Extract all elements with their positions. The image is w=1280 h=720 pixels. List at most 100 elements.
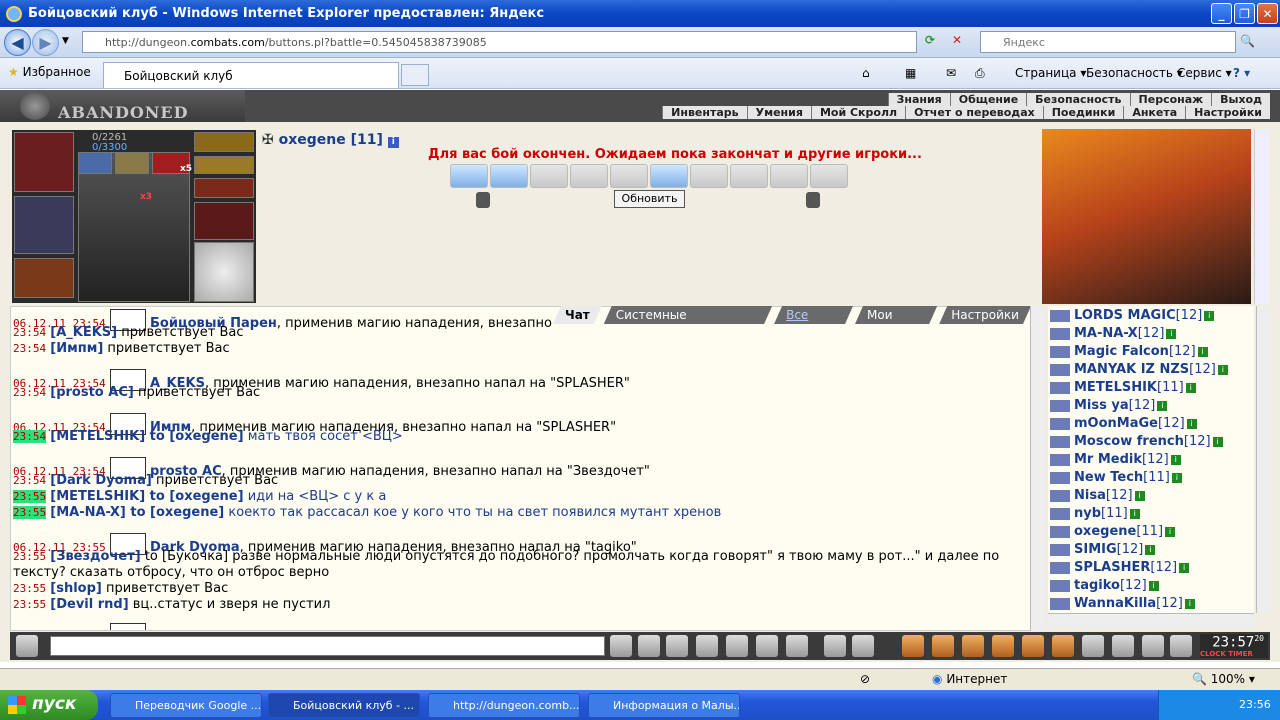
chat-input[interactable] (50, 636, 605, 656)
private-message-icon[interactable] (1050, 327, 1070, 340)
user-info-icon[interactable]: i (1217, 364, 1228, 375)
user-nick[interactable]: oxegene (1074, 524, 1136, 539)
translit-icon[interactable] (756, 635, 778, 657)
private-message-icon[interactable] (1050, 345, 1070, 358)
user-list-item[interactable]: MA-NA-X[12] i (1050, 326, 1177, 342)
helmet-slot[interactable] (14, 132, 74, 192)
chat-bubble-icon[interactable] (1142, 635, 1164, 657)
info-icon[interactable]: i (387, 137, 399, 148)
maximize-button[interactable]: ❐ (1234, 3, 1255, 24)
menu-exit[interactable]: Выход (1211, 93, 1270, 106)
chat-nick[interactable]: [METELSHIK] (50, 489, 145, 504)
spell-slot-1[interactable] (78, 152, 112, 174)
tab-settings[interactable]: Настройки (939, 306, 1031, 324)
address-bar[interactable]: http://dungeon. combats.com/buttons.pl?ba… (82, 31, 917, 53)
user-info-icon[interactable]: i (1157, 400, 1168, 411)
battle-slot-9[interactable] (770, 164, 808, 188)
user-list-item[interactable]: LORDS MAGIC[12] i (1050, 308, 1215, 324)
user-list-item[interactable]: Nisa[12] i (1050, 488, 1145, 504)
private-message-icon[interactable] (1050, 435, 1070, 448)
menu-battles[interactable]: Поединки (1042, 106, 1124, 119)
battle-slot-1[interactable] (450, 164, 488, 188)
user-nick[interactable]: LORDS MAGIC (1074, 308, 1176, 323)
user-nick[interactable]: Moscow french (1074, 434, 1184, 449)
tab-all-logs[interactable]: Все логи (774, 306, 853, 324)
money-icon[interactable] (932, 635, 954, 657)
task-fight-club[interactable]: Бойцовский клуб - ... (268, 693, 420, 718)
user-nick[interactable]: Mr Medik (1074, 452, 1142, 467)
private-message-icon[interactable] (1050, 525, 1070, 538)
private-message-icon[interactable] (1050, 507, 1070, 520)
users-scrollbar[interactable] (1256, 306, 1270, 613)
menu-communication[interactable]: Общение (949, 93, 1027, 106)
user-info-icon[interactable]: i (1204, 310, 1215, 321)
character-nick[interactable]: ✠ oxegene [11] i (262, 132, 399, 148)
sound-icon[interactable] (786, 635, 808, 657)
user-info-icon[interactable]: i (1212, 436, 1223, 447)
user-nick[interactable]: METELSHIK (1074, 380, 1157, 395)
user-info-icon[interactable]: i (1184, 598, 1195, 609)
user-nick[interactable]: Nisa (1074, 488, 1106, 503)
chest-icon[interactable] (962, 635, 984, 657)
private-message-icon[interactable] (1050, 453, 1070, 466)
tab-system-messages[interactable]: Системные сообщения (604, 306, 772, 324)
user-list-item[interactable]: Miss ya[12] i (1050, 398, 1168, 414)
save-icon[interactable] (696, 635, 718, 657)
menu-skills[interactable]: Умения (746, 106, 811, 119)
user-nick[interactable]: New Tech (1074, 470, 1143, 485)
user-info-icon[interactable]: i (1148, 580, 1159, 591)
refresh-button[interactable]: Обновить (614, 190, 685, 208)
user-nick[interactable]: Magic Falcon (1074, 344, 1169, 359)
chat-nick[interactable]: [METELSHIK] (50, 429, 145, 444)
user-info-icon[interactable]: i (1145, 544, 1156, 555)
map-icon[interactable] (1052, 635, 1074, 657)
user-info-icon[interactable]: i (1166, 328, 1177, 339)
user-nick[interactable]: MANYAK IZ NZS (1074, 362, 1189, 377)
user-list-item[interactable]: Moscow french[12] i (1050, 434, 1223, 450)
private-message-icon[interactable] (1050, 399, 1070, 412)
filter-icon[interactable] (666, 635, 688, 657)
user-nick[interactable]: SPLASHER (1074, 560, 1150, 575)
user-info-icon[interactable]: i (1197, 346, 1208, 357)
menu-security[interactable]: Безопасность (1026, 93, 1130, 106)
shield-slot[interactable] (194, 242, 254, 302)
user-info-icon[interactable]: i (1134, 490, 1145, 501)
chat-scrollbar[interactable] (1030, 306, 1045, 631)
help-icon[interactable]: ? ▾ (1233, 66, 1250, 80)
private-message-icon[interactable] (1050, 363, 1070, 376)
search-icon[interactable]: 🔍 (1240, 34, 1255, 48)
chat-nick[interactable]: [Devil rnd] (50, 597, 128, 612)
new-tab-button[interactable] (401, 64, 429, 86)
send-icon[interactable] (610, 635, 632, 657)
spell-slot-2[interactable] (115, 152, 149, 174)
chat-nick[interactable]: [MA-NA-X] (50, 505, 126, 520)
battle-slot-4[interactable] (570, 164, 608, 188)
ring-slot-row[interactable] (194, 156, 254, 174)
gloves-slot[interactable] (194, 202, 254, 240)
task-dungeon[interactable]: http://dungeon.comb... (428, 693, 580, 718)
menu-my-scroll[interactable]: Мой Скролл (810, 106, 906, 119)
chat-recipient[interactable]: to [oxegene] (126, 505, 224, 520)
menu-character[interactable]: Персонаж (1129, 93, 1212, 106)
close-button[interactable]: ✕ (1257, 3, 1278, 24)
task-info[interactable]: Информация о Малы... (588, 693, 740, 718)
battle-slot-10[interactable] (810, 164, 848, 188)
fight-icon[interactable] (726, 635, 748, 657)
private-message-icon[interactable] (1050, 561, 1070, 574)
menu-knowledge[interactable]: Знания (887, 93, 950, 106)
private-message-icon[interactable] (1050, 543, 1070, 556)
menu-profile[interactable]: Анкета (1123, 106, 1186, 119)
private-message-icon[interactable] (1050, 471, 1070, 484)
history-dropdown-icon[interactable]: ▼ (62, 36, 69, 46)
stop-icon[interactable]: ✕ (952, 33, 972, 51)
print-icon[interactable]: ⎙ (975, 66, 985, 81)
user-nick[interactable]: nyb (1074, 506, 1101, 521)
weapon-slot[interactable] (14, 258, 74, 298)
user-list-item[interactable]: METELSHIK[11] i (1050, 380, 1196, 396)
private-message-icon[interactable] (1050, 381, 1070, 394)
chat-recipient[interactable]: to [oxegene] (145, 429, 244, 444)
chat-nick[interactable]: [shlop] (50, 581, 102, 596)
user-list-item[interactable]: tagiko[12] i (1050, 578, 1159, 594)
private-message-icon[interactable] (1050, 489, 1070, 502)
user-list-item[interactable]: New Tech[11] i (1050, 470, 1182, 486)
